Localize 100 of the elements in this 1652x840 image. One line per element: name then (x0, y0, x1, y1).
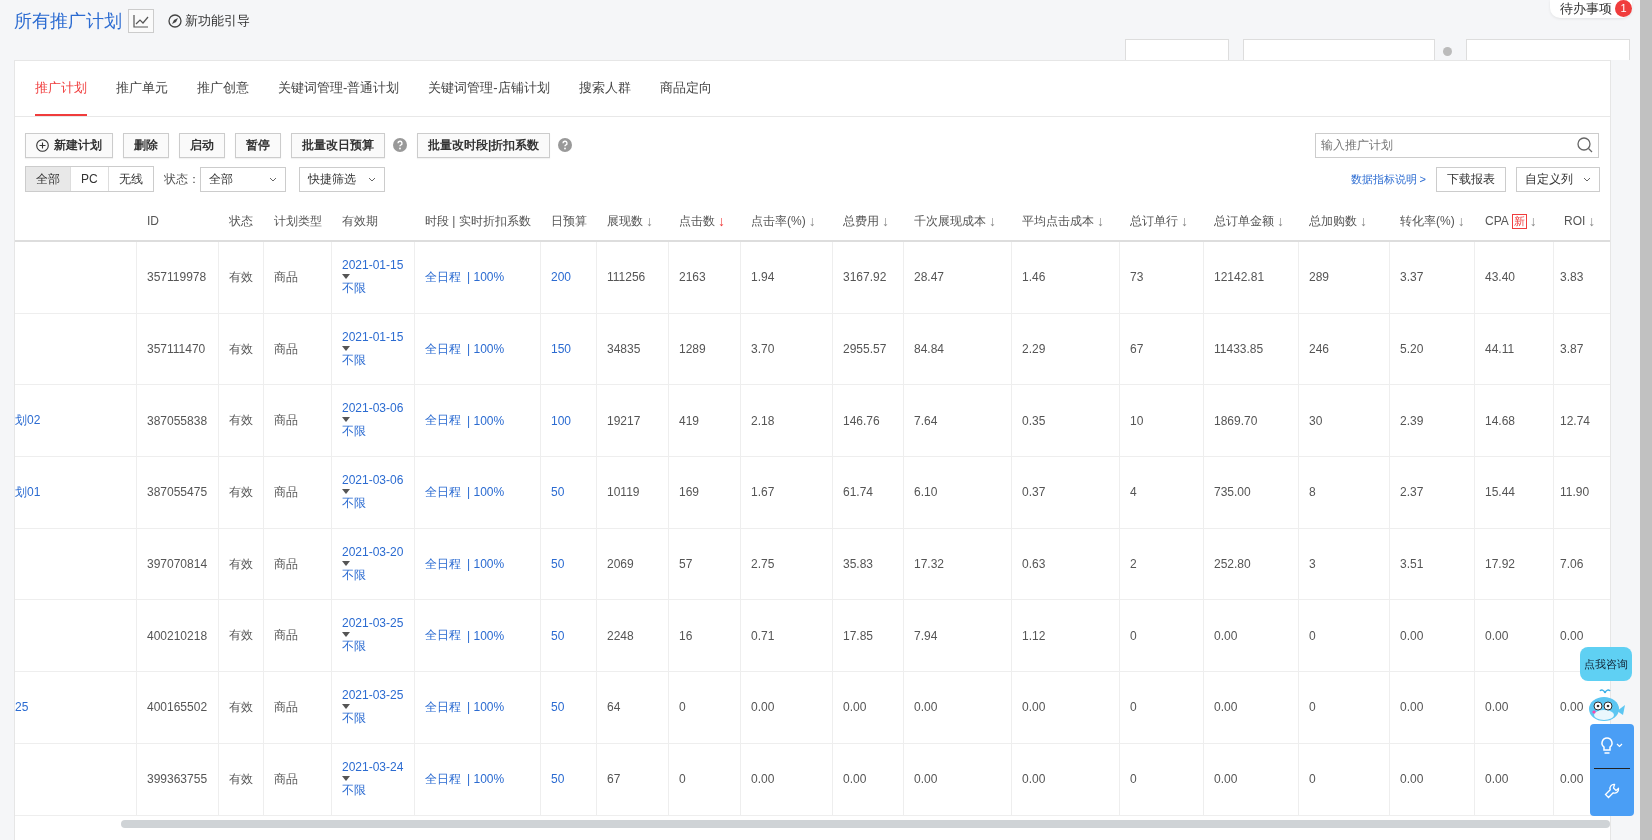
search-field[interactable]: 输入推广计划 (1315, 132, 1599, 158)
column-header[interactable]: 平均点击成本 (1022, 212, 1094, 230)
column-header[interactable]: 转化率(%) (1400, 212, 1455, 230)
column-header[interactable]: 计划类型 (274, 212, 322, 230)
sort-arrow[interactable]: ↓ (1277, 213, 1284, 229)
start-date-link[interactable]: 2021-01-15 (342, 257, 404, 272)
column-header[interactable]: CPA (1485, 214, 1509, 228)
end-date-link[interactable]: 不限 (342, 494, 366, 512)
budget-link[interactable]: 50 (551, 628, 565, 643)
end-date-link[interactable]: 不限 (342, 351, 366, 369)
plan-name-link[interactable]: 25 (15, 700, 29, 715)
todo-button[interactable]: 待办事项 1 (1550, 0, 1632, 18)
sort-arrow[interactable]: ↓ (1097, 213, 1104, 229)
column-header[interactable]: 展现数 (607, 212, 643, 230)
schedule-link[interactable]: 全日程 (425, 698, 461, 716)
budget-link[interactable]: 50 (551, 485, 565, 500)
budget-link[interactable]: 50 (551, 772, 565, 787)
sort-arrow[interactable]: ↓ (646, 213, 653, 229)
schedule-link[interactable]: 全日程 (425, 340, 461, 358)
schedule-link[interactable]: 全日程 (425, 770, 461, 788)
column-header[interactable]: 时段 | 实时折扣系数 (425, 212, 531, 230)
start-date-link[interactable]: 2021-01-15 (342, 329, 404, 344)
discount-link[interactable]: | 100% (467, 628, 505, 643)
trend-chart-button[interactable] (128, 9, 154, 33)
plan-type-dropdown[interactable] (1125, 39, 1229, 60)
scrollbar-thumb[interactable] (121, 819, 1610, 828)
discount-link[interactable]: | 100% (467, 270, 505, 285)
discount-link[interactable]: | 100% (467, 413, 505, 428)
budget-link[interactable]: 200 (551, 270, 572, 285)
sort-arrow[interactable]: ↓ (808, 213, 816, 229)
schedule-link[interactable]: 全日程 (425, 627, 461, 645)
attribution-dropdown[interactable] (1243, 39, 1435, 60)
column-header[interactable]: 日预算 (551, 212, 587, 230)
new-plan-button[interactable]: 新建计划 (25, 132, 113, 158)
tab[interactable]: 搜索人群 (578, 61, 631, 116)
column-header[interactable]: 点击率(%) (751, 212, 806, 230)
page-scrollbar[interactable] (1640, 0, 1652, 840)
customize-columns-dropdown[interactable]: 自定义列 (1516, 166, 1600, 192)
date-range-picker[interactable] (1466, 39, 1630, 60)
budget-link[interactable]: 50 (551, 557, 565, 572)
budget-link[interactable]: 150 (551, 342, 572, 357)
start-date-link[interactable]: 2021-03-24 (342, 759, 404, 774)
sort-arrow[interactable]: ↓ (1588, 213, 1596, 229)
start-date-link[interactable]: 2021-03-20 (342, 544, 404, 559)
column-header[interactable]: 总订单金额 (1214, 212, 1274, 230)
start-date-link[interactable]: 2021-03-25 (342, 687, 404, 702)
quick-filter-dropdown[interactable]: 快捷筛选 (298, 166, 385, 192)
sort-arrow[interactable]: ↓ (1529, 213, 1537, 229)
end-date-link[interactable]: 不限 (342, 279, 366, 297)
column-header[interactable]: 千次展现成本 (914, 212, 986, 230)
column-header[interactable]: ID (147, 214, 159, 228)
column-header[interactable]: 有效期 (342, 212, 378, 230)
start-date-link[interactable]: 2021-03-06 (342, 472, 404, 487)
action-button[interactable]: 删除 (123, 132, 169, 158)
sort-arrow[interactable]: ↓ (1457, 213, 1465, 229)
schedule-link[interactable]: 全日程 (425, 268, 461, 286)
sort-arrow[interactable]: ↓ (882, 213, 889, 229)
budget-link[interactable]: 100 (551, 413, 572, 428)
column-header[interactable]: ROI (1564, 214, 1586, 228)
action-button[interactable]: 暂停 (235, 132, 281, 158)
batch-edit-button[interactable]: 批量改日预算 (291, 132, 385, 158)
download-report-button[interactable]: 下载报表 (1436, 166, 1506, 192)
start-date-link[interactable]: 2021-03-25 (342, 616, 404, 631)
end-date-link[interactable]: 不限 (342, 423, 366, 441)
tab[interactable]: 推广单元 (116, 61, 168, 116)
tab[interactable]: 推广计划 (35, 61, 87, 116)
status-dropdown[interactable]: 全部 (199, 166, 286, 192)
action-button[interactable]: 启动 (179, 132, 225, 158)
tab[interactable]: 商品定向 (659, 61, 712, 116)
device-filter-button[interactable]: 全部 (26, 167, 71, 191)
feature-guide-link[interactable]: 新功能引导 (168, 12, 250, 30)
column-header[interactable]: 点击数 (679, 212, 715, 230)
discount-link[interactable]: | 100% (467, 557, 505, 572)
tab[interactable]: 推广创意 (197, 61, 249, 116)
discount-link[interactable]: | 100% (467, 342, 505, 357)
metrics-help-link[interactable]: 数据指标说明 > (1350, 171, 1426, 187)
schedule-link[interactable]: 全日程 (425, 555, 461, 573)
column-header[interactable]: 状态 (229, 212, 253, 230)
plan-name-link[interactable]: 划02 (15, 412, 41, 430)
tab[interactable]: 关键词管理-普通计划 (278, 61, 400, 116)
end-date-link[interactable]: 不限 (342, 566, 366, 584)
chat-bubble[interactable]: 点我咨询 (1580, 647, 1632, 681)
sort-arrow[interactable]: ↓ (718, 213, 725, 229)
tab[interactable]: 关键词管理-店铺计划 (428, 61, 550, 116)
sort-arrow[interactable]: ↓ (1360, 213, 1367, 229)
end-date-link[interactable]: 不限 (342, 638, 366, 656)
column-header[interactable]: 总费用 (843, 212, 879, 230)
end-date-link[interactable]: 不限 (342, 781, 366, 799)
end-date-link[interactable]: 不限 (342, 709, 366, 727)
batch-edit-button[interactable]: 批量改时段|折扣系数 (417, 132, 551, 158)
column-header[interactable]: 总订单行 (1130, 212, 1178, 230)
column-header[interactable]: 总加购数 (1309, 212, 1357, 230)
discount-link[interactable]: | 100% (467, 772, 505, 787)
sort-arrow[interactable]: ↓ (989, 213, 996, 229)
schedule-link[interactable]: 全日程 (425, 412, 461, 430)
budget-link[interactable]: 50 (551, 700, 565, 715)
discount-link[interactable]: | 100% (467, 485, 505, 500)
start-date-link[interactable]: 2021-03-06 (342, 401, 404, 416)
schedule-link[interactable]: 全日程 (425, 483, 461, 501)
discount-link[interactable]: | 100% (467, 700, 505, 715)
